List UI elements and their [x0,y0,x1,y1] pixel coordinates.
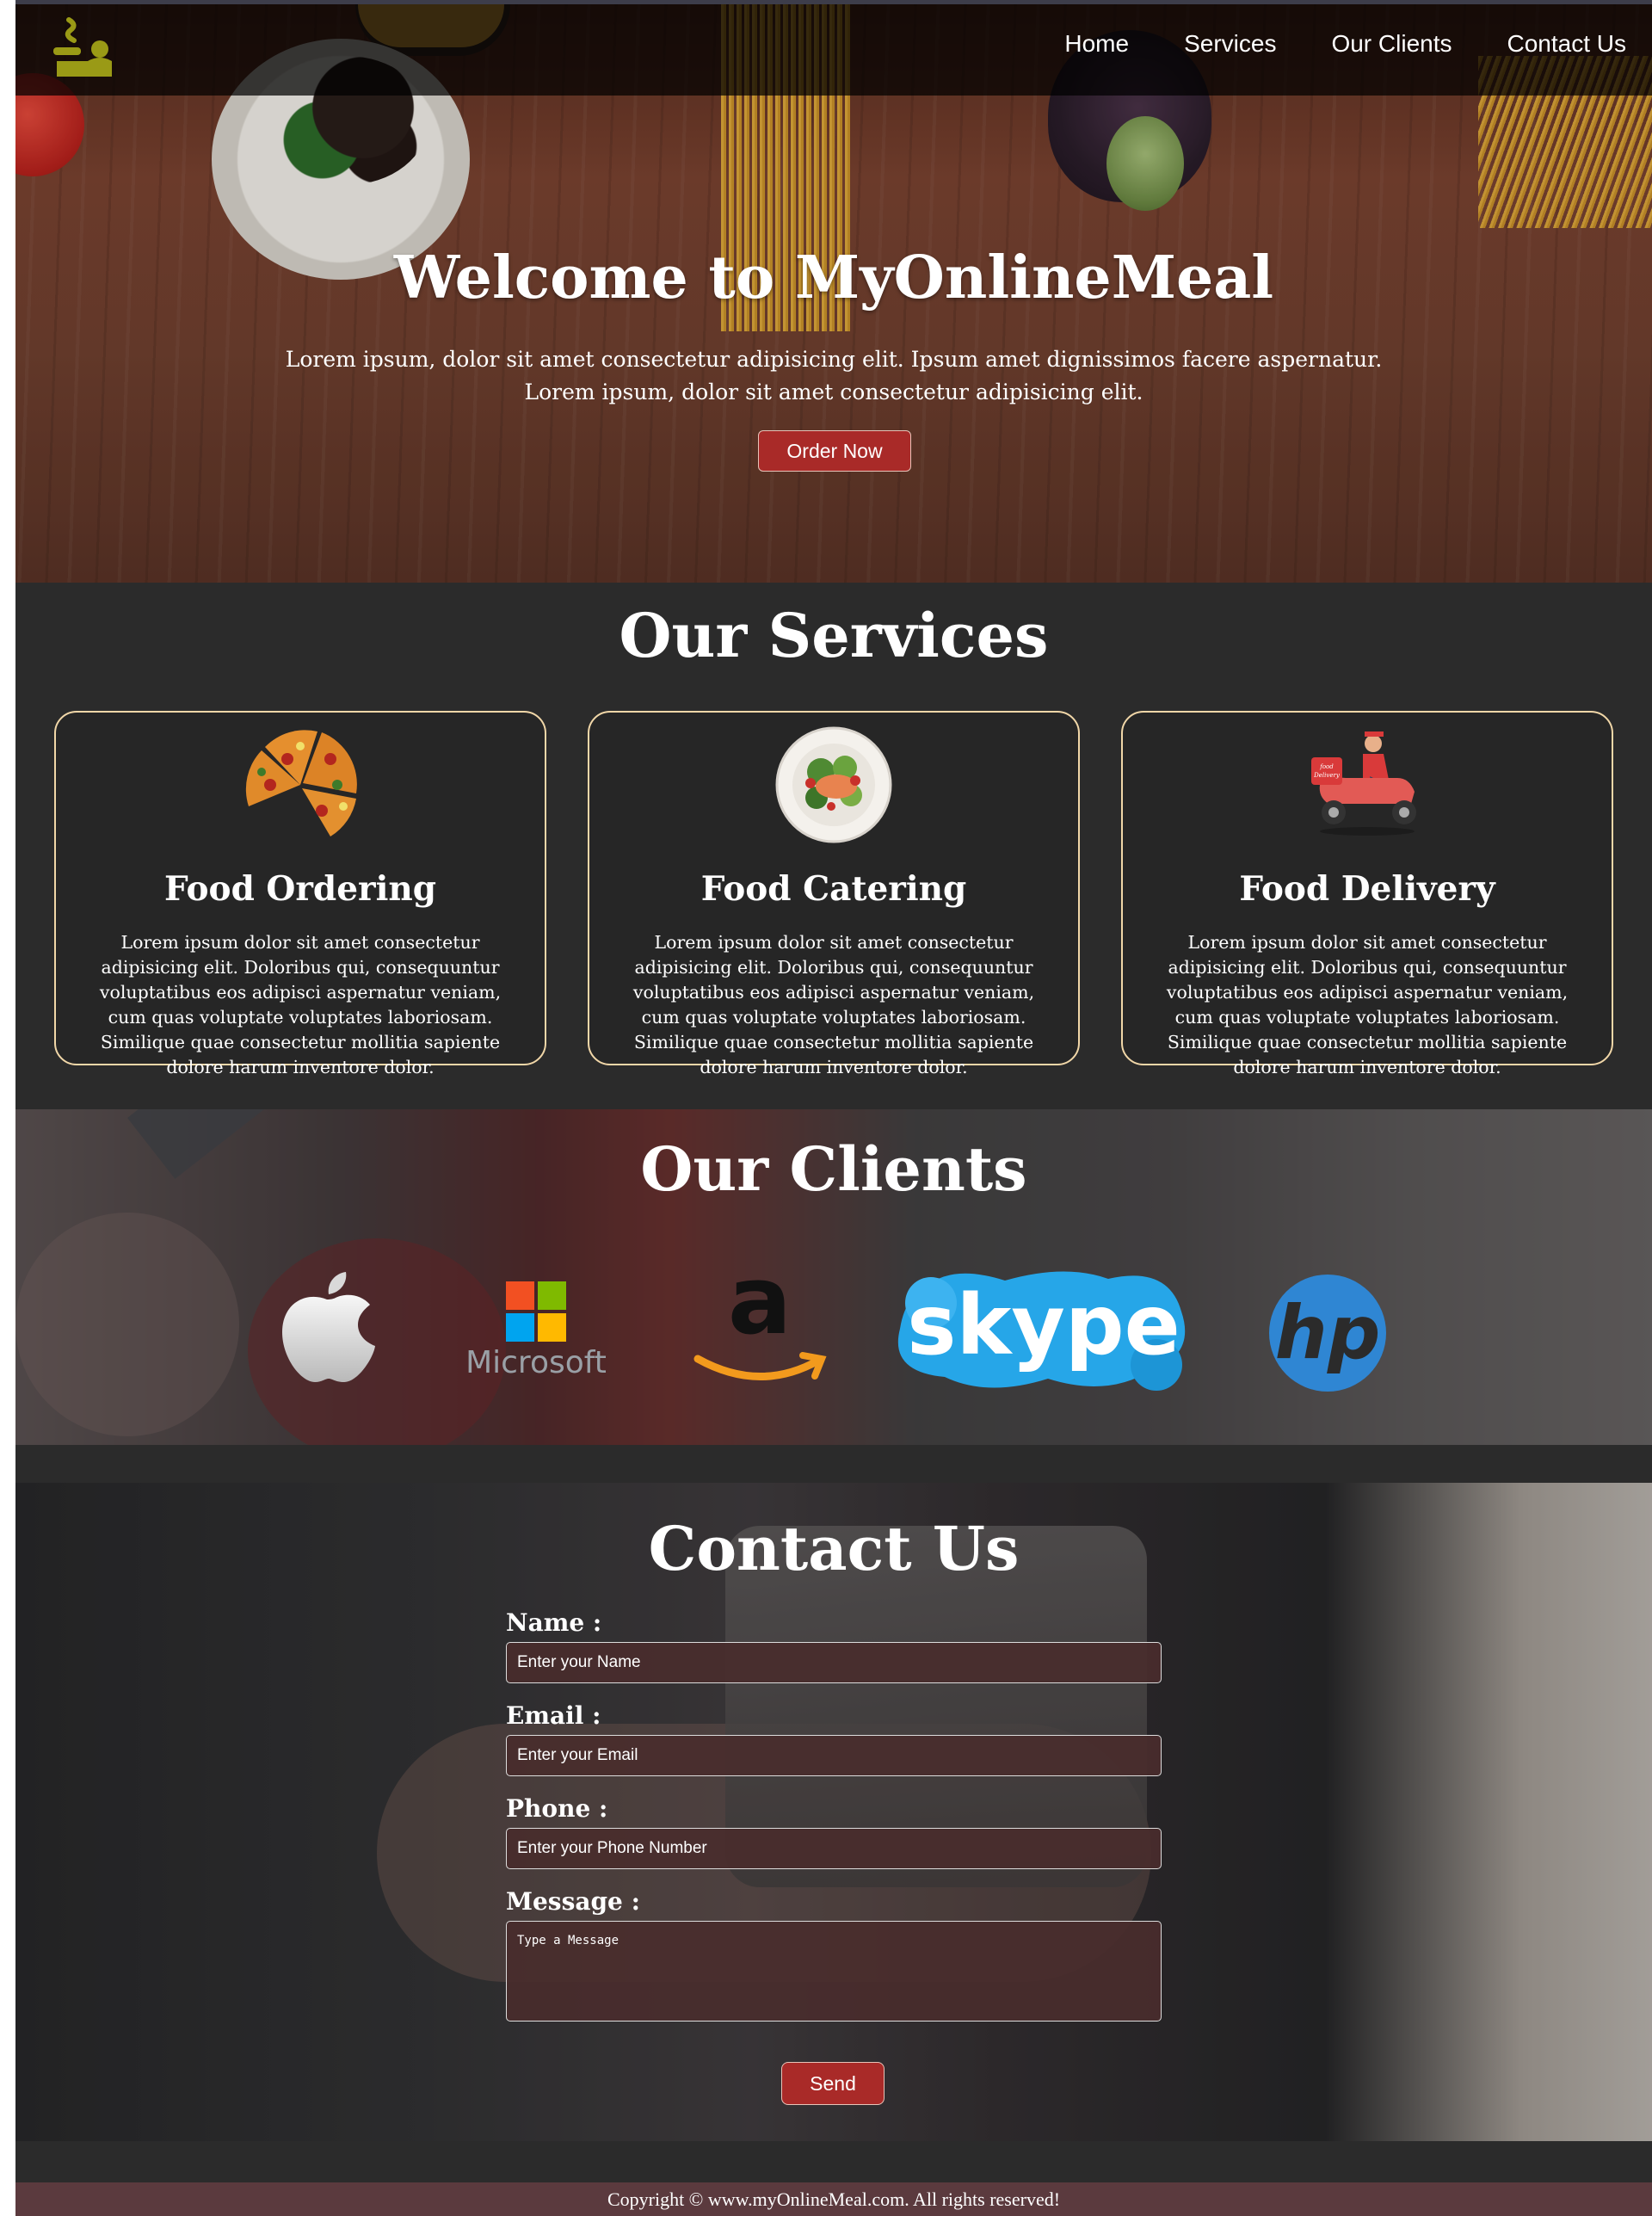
service-card-food-catering: Food Catering Lorem ipsum dolor sit amet… [588,711,1080,1077]
delivery-badge-text: food [1319,763,1334,770]
service-card-food-delivery: food Delivery Food Delivery Lorem ipsum … [1121,711,1613,1077]
section-divider [15,2141,1652,2182]
name-input[interactable]: Enter your Name [506,1642,1162,1683]
pizza-icon [245,730,357,836]
hero-subtitle-line-2: Lorem ipsum, dolor sit amet consectetur … [524,380,1143,404]
nav-our-clients[interactable]: Our Clients [1331,30,1452,58]
delivery-badge-text: Delivery [1313,772,1341,779]
contact-title: Contact Us [648,1513,1020,1584]
service-description: Lorem ipsum dolor sit amet consectetur a… [99,932,502,1077]
microsoft-logo: Microsoft [459,1281,613,1385]
hero-subtitle-line-1: Lorem ipsum, dolor sit amet consectetur … [285,347,1383,372]
copyright-text: Copyright © www.myOnlineMeal.com. All ri… [607,2188,1061,2210]
service-title: Food Catering [700,869,967,909]
name-label: Name : [506,1608,602,1637]
delivery-scooter-icon: food Delivery [1311,731,1416,836]
main-nav: Home Services Our Clients Contact Us [1064,30,1626,58]
microsoft-squares-icon [506,1281,566,1342]
service-card-food-ordering: Food Ordering Lorem ipsum dolor sit amet… [54,711,546,1077]
nav-contact-us[interactable]: Contact Us [1507,30,1627,58]
clients-section: Our Clients Microsoft a skype hp [15,1109,1652,1445]
message-label: Message : [506,1887,640,1916]
nav-services[interactable]: Services [1184,30,1276,58]
send-button[interactable]: Send [781,2062,885,2105]
message-textarea[interactable]: Type a Message [506,1921,1162,2022]
amazon-letter: a [727,1245,792,1355]
salad-plate-icon [775,726,892,843]
skype-logo: skype [893,1268,1194,1398]
phone-label: Phone : [506,1794,608,1823]
services-section: Our Services Food Ordering Lorem ipsum d… [15,583,1652,1109]
phone-input[interactable]: Enter your Phone Number [506,1828,1162,1869]
service-description: Lorem ipsum dolor sit amet consectetur a… [1166,932,1569,1077]
hero-title: Welcome to MyOnlineMeal [393,244,1274,312]
apple-logo-icon [282,1272,375,1382]
amazon-smile-icon [693,1352,827,1380]
navbar: Home Services Our Clients Contact Us [15,4,1652,96]
skype-wordmark: skype [907,1277,1180,1373]
service-title: Food Ordering [163,869,437,909]
contact-section: Contact Us Name : Enter your Name Email … [15,1483,1652,2141]
hp-wordmark: hp [1274,1290,1381,1376]
chef-logo-icon[interactable] [50,16,119,85]
hp-logo: hp [1267,1273,1388,1393]
nav-home[interactable]: Home [1064,30,1129,58]
amazon-logo: a [691,1249,829,1392]
order-now-button[interactable]: Order Now [758,430,911,472]
service-title: Food Delivery [1239,869,1495,909]
hero-subtitle: Lorem ipsum, dolor sit amet consectetur … [15,343,1652,409]
page: Welcome to MyOnlineMeal Lorem ipsum, dol… [15,0,1652,2216]
section-divider [15,1445,1652,1483]
email-label: Email : [506,1701,601,1730]
services-title: Our Services [619,600,1049,671]
service-description: Lorem ipsum dolor sit amet consectetur a… [632,932,1035,1077]
email-input[interactable]: Enter your Email [506,1735,1162,1776]
microsoft-wordmark: Microsoft [465,1345,607,1380]
clients-title: Our Clients [640,1133,1027,1205]
footer: Copyright © www.myOnlineMeal.com. All ri… [15,2182,1652,2216]
